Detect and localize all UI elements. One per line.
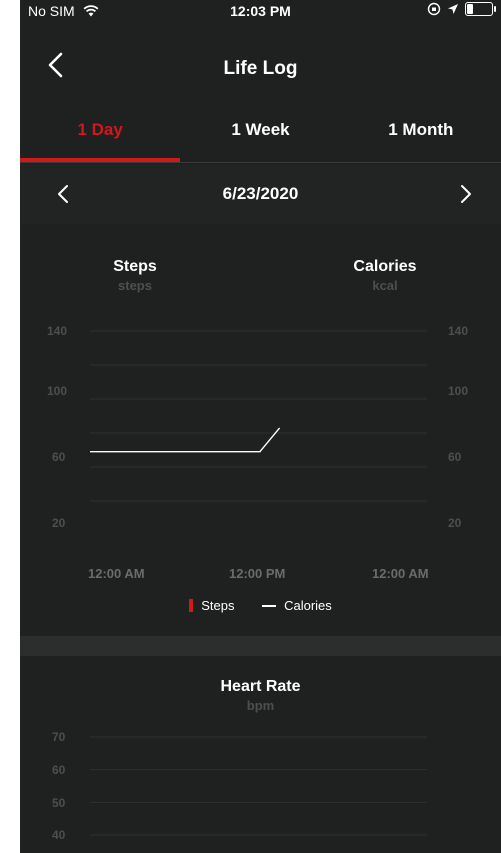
calories-series-line (90, 427, 281, 453)
right-y-tick-140: 140 (448, 324, 469, 338)
x-tick-end: 12:00 AM (372, 566, 429, 581)
orientation-lock-icon (427, 2, 441, 16)
status-bar: No SIM 12:03 PM (20, 0, 501, 24)
status-icons (427, 2, 496, 16)
x-tick-start: 12:00 AM (88, 566, 145, 581)
right-y-tick-20: 20 (448, 516, 462, 530)
app-screen: No SIM 12:03 PM Life Log 1 Day 1 Week 1 … (20, 0, 501, 853)
steps-legend-label: Steps (201, 598, 235, 613)
heart-rate-plot (90, 736, 427, 836)
calories-legend-label: Calories (284, 598, 332, 613)
left-y-tick-140: 140 (47, 324, 68, 338)
left-y-tick-60: 60 (52, 450, 66, 464)
hr-y-tick-40: 40 (52, 828, 66, 842)
hr-y-tick-60: 60 (52, 763, 66, 777)
date-navigator: 6/23/2020 (20, 164, 501, 225)
right-y-tick-100: 100 (448, 384, 469, 398)
steps-calories-chart: Steps steps Calories kcal 140 100 60 20 … (20, 224, 501, 636)
chart-legend: Steps Calories (20, 598, 501, 613)
tab-1-day[interactable]: 1 Day (20, 100, 181, 162)
range-tabs: 1 Day 1 Week 1 Month (20, 100, 501, 163)
steps-calories-plot (90, 330, 427, 502)
next-day-chevron-icon[interactable] (453, 182, 477, 206)
x-tick-noon: 12:00 PM (229, 566, 286, 581)
heart-rate-chart: Heart Rate bpm 70 60 50 40 (20, 656, 501, 853)
steps-legend-swatch (189, 599, 194, 612)
location-icon (448, 4, 458, 14)
tab-1-month[interactable]: 1 Month (341, 100, 501, 162)
calories-legend-swatch (262, 605, 277, 607)
current-date: 6/23/2020 (222, 184, 299, 203)
page-title: Life Log (223, 58, 298, 79)
section-divider (20, 636, 501, 656)
nav-bar: Life Log (20, 42, 501, 92)
tab-1-week[interactable]: 1 Week (180, 100, 340, 162)
left-y-tick-100: 100 (47, 384, 68, 398)
battery-icon (465, 2, 496, 16)
hr-y-tick-70: 70 (52, 730, 66, 744)
right-y-tick-60: 60 (448, 450, 462, 464)
hr-y-tick-50: 50 (52, 796, 66, 810)
left-y-tick-20: 20 (52, 516, 66, 530)
